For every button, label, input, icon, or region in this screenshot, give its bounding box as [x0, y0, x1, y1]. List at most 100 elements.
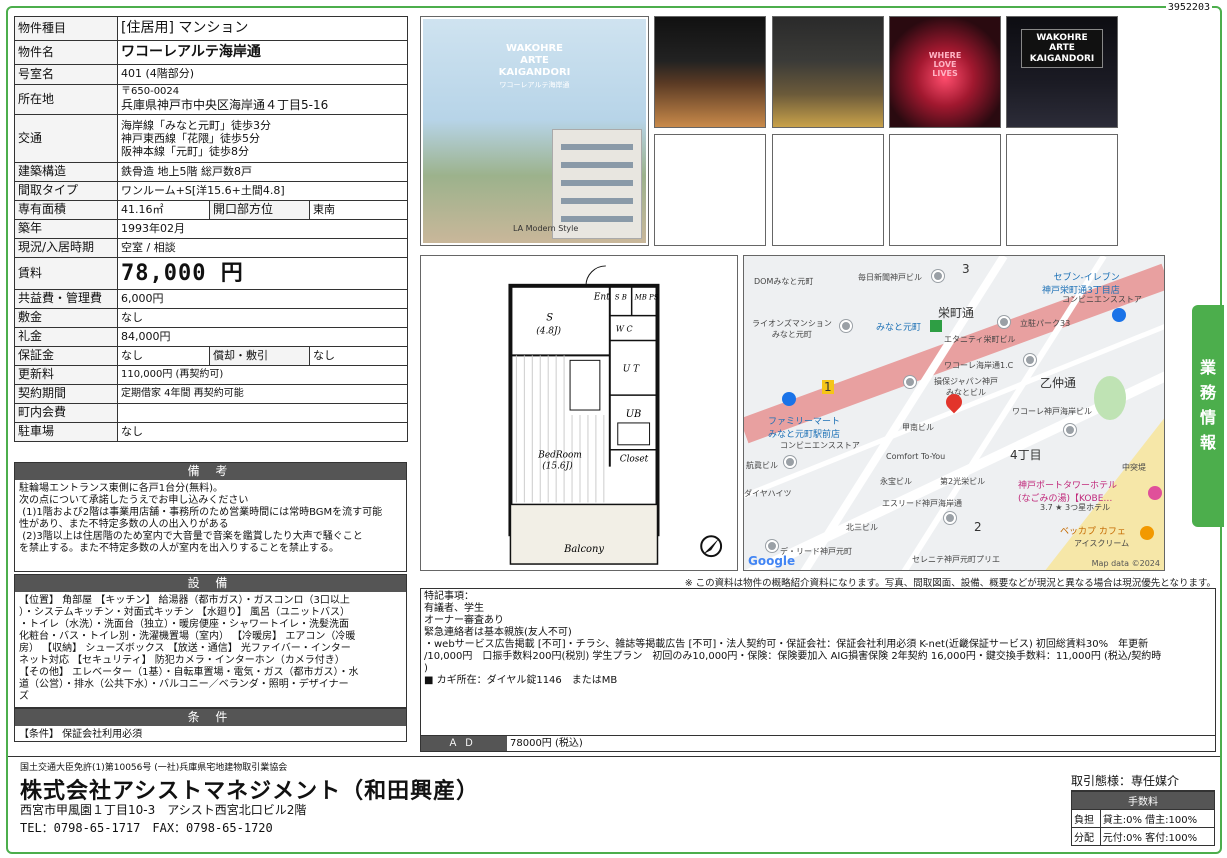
map-label: ファミリーマート みなと元町駅前店 [768, 417, 841, 440]
room-label: 号室名 [14, 64, 118, 85]
transport-label: 交通 [14, 114, 118, 163]
map-pin-icon [1064, 424, 1076, 436]
transaction-mode: 取引態様：専任媒介 [1071, 772, 1215, 791]
map-label: 第2光栄ビル [940, 477, 986, 486]
photo-neon[interactable]: WHERE LOVE LIVES [889, 16, 1001, 128]
ad-label: ＡＤ [421, 736, 507, 751]
mgmt-fee-value: 6,000円 [116, 289, 409, 309]
parking-label: 駐車場 [14, 422, 118, 442]
map-pin-icon [1024, 354, 1036, 366]
map-label: セレニテ神戸元町プリエ [912, 555, 1000, 564]
special-notes-text: 特記事項： 有議者、学生 オーナー審査あり 緊急連絡者は基本親族(友人不可) ・… [424, 591, 1162, 686]
convenience-store-icon [1112, 308, 1126, 322]
map-pin-icon [932, 270, 944, 282]
transport-line: 神戸東西線「花隈」徒歩5分 [121, 131, 260, 145]
plan-ut-label: U T [623, 364, 640, 374]
status-value: 空室 / 相談 [116, 238, 409, 258]
property-table: 物件種目 [住居用] マンション 物件名 ワコーレアルテ海岸通 号室名 401 … [14, 16, 409, 442]
main-photo[interactable]: WAKOHRE ARTE KAIGANDORI ワコーレアルテ海岸通 LA Mod… [420, 16, 649, 246]
map-label: コンビニエンスストア [1062, 295, 1142, 304]
transport-line: 海岸線「みなと元町」徒歩3分 [121, 118, 271, 132]
map-label: ベッカプ カフェ [1060, 527, 1126, 537]
plan-closet-label: Closet [620, 455, 649, 465]
plan-mbps-label: MB PS [634, 294, 659, 302]
conditions-section: 条 件 【条件】 保証会社利用必須 [14, 708, 407, 742]
map-label: 甲南ビル [902, 423, 934, 432]
fee-table: 手数料 負担 貸主:0% 借主:100% 分配 元付:0% 客付:100% [1071, 791, 1216, 846]
plan-storage-size: (4.8J) [536, 326, 561, 337]
location-map[interactable]: DOMみなと元町 毎日新聞神戸ビル 3 セブン-イレブン 神戸栄町通3丁目店 コ… [743, 255, 1165, 571]
contract-value: 定期借家 4年間 再契約可能 [116, 384, 409, 404]
map-label: 損保ジャパン神戸 みなとビル [934, 377, 998, 397]
transport-line: 阪神本線「元町」徒歩8分 [121, 145, 249, 159]
footer: 国土交通大臣免許(1)第10056号 (一社)兵庫県宅地建物取引業協会 株式会社… [8, 756, 1220, 852]
map-label: コンビニエンスストア [780, 441, 860, 450]
floor-plan-drawing: Ent S B MB PS S (4.8J) W C U T UB BedRoo… [508, 265, 723, 565]
neon-text: WHERE LOVE LIVES [928, 51, 962, 79]
plan-ub-label: UB [626, 409, 642, 420]
plan-entrance-label: Ent [593, 293, 610, 303]
cafe-icon [1140, 526, 1154, 540]
remarks-section: 備 考 駐輪場エントランス東側に各戸1台分(無料)。 次の点について承諾したうえ… [14, 462, 407, 572]
deposit-label: 敷金 [14, 308, 118, 328]
amortization-label: 償却・敷引 [209, 346, 310, 366]
convenience-store-icon [782, 392, 796, 406]
map-pin-icon [784, 456, 796, 468]
map-label: 4丁目 [1010, 448, 1042, 462]
map-label: ダイヤハイツ [744, 489, 792, 498]
photo-lobby[interactable] [772, 16, 884, 128]
postal-code: 〒650-0024 [121, 86, 180, 98]
built-value: 1993年02月 [116, 219, 409, 239]
ad-value: 78000円 (税込) [510, 738, 583, 749]
map-label: 北三ビル [846, 523, 878, 532]
map-label: 毎日新聞神戸ビル [858, 273, 922, 282]
map-pin-icon [840, 320, 852, 332]
rent-label: 賃料 [14, 257, 118, 290]
photo-slot-empty [1006, 134, 1118, 246]
renewal-label: 更新料 [14, 365, 118, 385]
plan-bedroom-label: BedRoom [537, 451, 582, 461]
status-label: 現況/入居時期 [14, 238, 118, 258]
structure-value: 鉄骨造 地上5階 総戸数8戸 [116, 162, 409, 182]
area-value: 41.16㎡ [117, 200, 210, 220]
transport-value: 海岸線「みなと元町」徒歩3分 神戸東西線「花隈」徒歩5分 阪神本線「元町」徒歩8… [116, 114, 409, 163]
map-label: ライオンズマンション みなと元町 [752, 319, 832, 339]
brochure-cover-image: WAKOHRE ARTE KAIGANDORI ワコーレアルテ海岸通 LA Mod… [423, 19, 646, 243]
business-info-tab[interactable]: 業 務 情 報 [1192, 305, 1224, 527]
direction-label: 開口部方位 [209, 200, 310, 220]
fee-burden-value: 貸主:0% 借主:100% [1099, 809, 1216, 828]
ad-row: ＡＤ 78000円 (税込) [421, 735, 1215, 751]
name-label: 物件名 [14, 40, 118, 65]
map-label: 3 [962, 262, 970, 276]
map-label: 3.7 ★ 3つ星ホテル [1040, 503, 1111, 512]
name-value: ワコーレアルテ海岸通 [116, 40, 409, 65]
conditions-header: 条 件 [15, 709, 406, 726]
remarks-body: 駐輪場エントランス東側に各戸1台分(無料)。 次の点について承諾したうえでお申し… [19, 483, 383, 554]
type-value: [住居用] マンション [116, 16, 409, 41]
rent-value: 78,000 円 [116, 257, 409, 290]
renewal-value: 110,000円 (再契約可) [116, 365, 409, 385]
area-label: 専有面積 [14, 200, 118, 220]
photo-sign[interactable]: WAKOHRE ARTE KAIGANDORI [1006, 16, 1118, 128]
photo-slot-empty [889, 134, 1001, 246]
map-label: みなと元町 [876, 323, 922, 333]
floor-plan[interactable]: Ent S B MB PS S (4.8J) W C U T UB BedRoo… [420, 255, 738, 571]
key-money-value: 84,000円 [116, 327, 409, 347]
structure-label: 建築構造 [14, 162, 118, 182]
building-illustration [552, 129, 642, 239]
map-pin-icon [998, 316, 1010, 328]
hotel-icon [1148, 486, 1162, 500]
photo-slot-empty [772, 134, 884, 246]
map-pin-icon [766, 540, 778, 552]
room-value: 401 (4階部分) [116, 64, 409, 85]
map-label: エタニティ栄町ビル [944, 335, 1016, 344]
map-label: ワコーレ海岸通1.C [944, 361, 1014, 370]
disclaimer: ※ この資料は物件の概略紹介資料になります。写真、間取図面、設備、概要などが現況… [684, 578, 1216, 589]
layout-value: ワンルーム+S[洋15.6+土間4.8] [116, 181, 409, 201]
amortization-value: なし [308, 346, 409, 366]
photo-slot-empty [654, 134, 766, 246]
fee-split-label: 分配 [1071, 827, 1101, 846]
photo-entrance[interactable] [654, 16, 766, 128]
map-label: 栄町通 [938, 306, 975, 320]
parking-value: なし [116, 422, 409, 442]
